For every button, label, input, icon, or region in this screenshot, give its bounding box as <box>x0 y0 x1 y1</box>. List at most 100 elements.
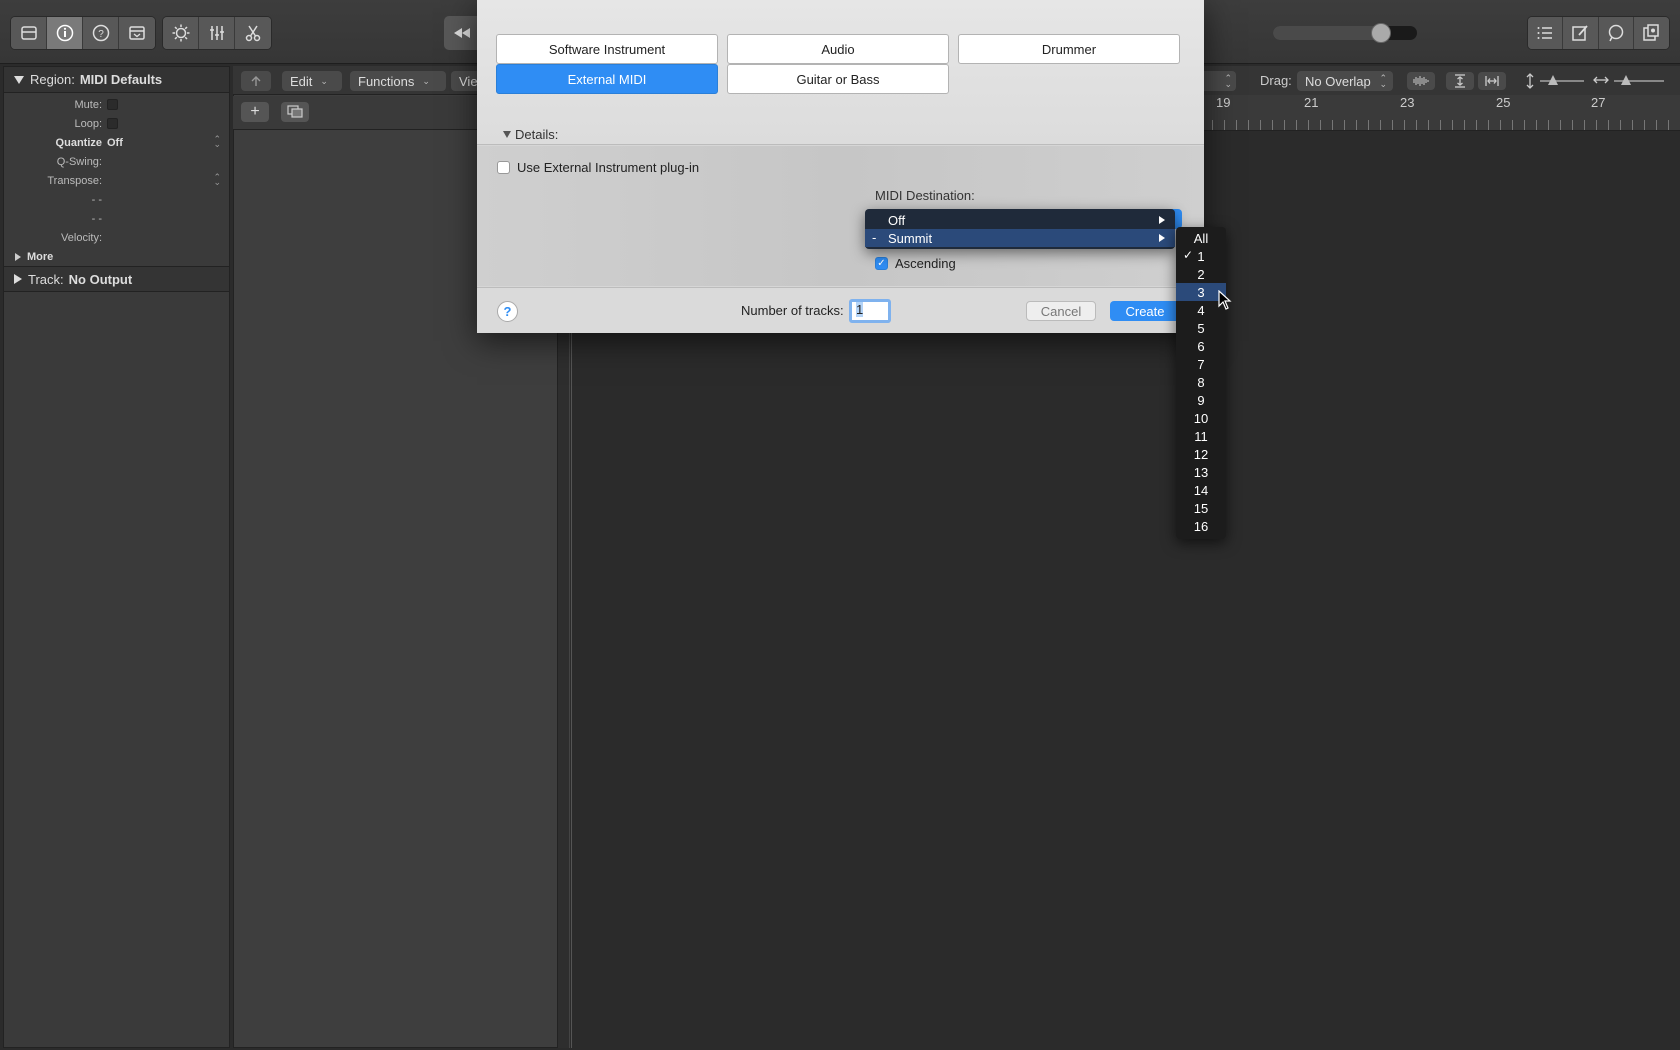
waveform-zoom-icon[interactable] <box>1407 72 1435 90</box>
horizontal-zoom-knob[interactable] <box>1621 75 1631 85</box>
channel-item-label: 10 <box>1193 410 1209 426</box>
channel-item[interactable]: 10 <box>1176 409 1226 427</box>
dest-item-summit[interactable]: - Summit <box>865 229 1175 247</box>
channel-item[interactable]: 8 <box>1176 373 1226 391</box>
dash-value-2: - - <box>91 212 102 225</box>
notepad-icon[interactable] <box>1563 17 1599 49</box>
loop-checkbox[interactable] <box>107 118 118 129</box>
channel-item-label: 14 <box>1193 482 1209 498</box>
disclosure-right-icon[interactable] <box>15 252 21 261</box>
mouse-pointer-icon <box>1218 290 1232 310</box>
track-header[interactable]: Track: No Output <box>4 266 229 292</box>
track-value[interactable]: No Output <box>69 272 133 287</box>
back-arrow-icon[interactable] <box>241 71 271 91</box>
channel-item[interactable]: 7 <box>1176 355 1226 373</box>
ruler-bar-number: 27 <box>1591 95 1606 110</box>
channel-item[interactable]: 5 <box>1176 319 1226 337</box>
vertical-fit-icon[interactable] <box>1446 72 1474 90</box>
master-volume-slider[interactable] <box>1273 23 1417 43</box>
functions-menu[interactable]: Functions ⌄ <box>350 71 446 91</box>
channel-item-label: 1 <box>1197 248 1205 264</box>
channel-item[interactable]: ✓ 1 <box>1176 247 1226 265</box>
create-button[interactable]: Create <box>1110 301 1180 321</box>
channel-item[interactable]: 15 <box>1176 499 1226 517</box>
bar-ruler[interactable]: 19 21 23 25 27 <box>1200 95 1680 131</box>
loop-label: Loop: <box>74 117 102 130</box>
channel-item[interactable]: 11 <box>1176 427 1226 445</box>
dest-item-label: Summit <box>888 230 933 246</box>
channel-item[interactable]: All <box>1176 229 1226 247</box>
functions-menu-label: Functions <box>358 73 415 89</box>
quantize-row[interactable]: Quantize Off ⌃ ⌄ <box>4 133 229 152</box>
mixer-icon[interactable] <box>199 17 235 49</box>
dest-item-off[interactable]: Off <box>865 211 1175 229</box>
stepper-icon: ⌃ ⌄ <box>1224 73 1232 89</box>
region-header[interactable]: Region: MIDI Defaults <box>4 67 229 93</box>
software-instrument-button[interactable]: Software Instrument <box>496 34 718 64</box>
disclosure-right-icon[interactable] <box>14 274 22 284</box>
browser-icon[interactable] <box>1633 17 1669 49</box>
vertical-zoom-slider[interactable] <box>1540 75 1584 85</box>
midi-channel-menu: All ✓ 1 2 3 4 5 6 7 8 9 10 11 12 13 14 15 16 <box>1176 227 1226 539</box>
ascending-option[interactable]: ✓ Ascending <box>875 256 956 271</box>
toolbar-icon[interactable] <box>119 17 155 49</box>
vertical-zoom-knob[interactable] <box>1548 75 1558 85</box>
svg-text:?: ? <box>98 29 104 40</box>
inspector-icon[interactable] <box>47 17 83 49</box>
details-disclosure[interactable]: Details: <box>503 127 558 142</box>
mute-checkbox[interactable] <box>107 99 118 110</box>
horizontal-fit-icon[interactable] <box>1478 72 1506 90</box>
track-label: Track: <box>28 271 64 287</box>
dest-item-prefix: - <box>872 230 877 245</box>
drummer-button[interactable]: Drummer <box>958 34 1180 64</box>
audio-button[interactable]: Audio <box>727 34 949 64</box>
channel-item[interactable]: 2 <box>1176 265 1226 283</box>
dest-item-label: Off <box>888 212 906 228</box>
checkmark-icon: ✓ <box>1183 248 1194 262</box>
quick-help-icon[interactable]: ? <box>83 17 119 49</box>
editors-icon[interactable] <box>235 17 271 49</box>
channel-item[interactable]: 9 <box>1176 391 1226 409</box>
smart-controls-icon[interactable] <box>163 17 199 49</box>
external-midi-button[interactable]: External MIDI <box>496 64 718 94</box>
channel-item[interactable]: 14 <box>1176 481 1226 499</box>
more-row[interactable]: More <box>4 247 229 266</box>
number-of-tracks-field[interactable]: 1 <box>849 299 891 323</box>
disclosure-down-icon[interactable] <box>14 75 24 84</box>
ruler-ticks <box>1200 120 1680 130</box>
cancel-button[interactable]: Cancel <box>1026 301 1096 321</box>
region-name[interactable]: MIDI Defaults <box>80 72 162 87</box>
volume-knob[interactable] <box>1371 23 1391 43</box>
transpose-stepper-icon[interactable]: ⌃ ⌄ <box>213 173 221 187</box>
rewind-button[interactable] <box>444 16 480 50</box>
channel-item[interactable]: 6 <box>1176 337 1226 355</box>
duplicate-track-button[interactable] <box>281 102 309 122</box>
channel-item[interactable]: 16 <box>1176 517 1226 535</box>
transpose-row[interactable]: Transpose: ⌃ ⌄ <box>4 171 229 190</box>
list-editors-icon[interactable] <box>1528 17 1564 49</box>
use-external-plugin-option[interactable]: Use External Instrument plug-in <box>497 160 699 175</box>
channel-item[interactable]: 13 <box>1176 463 1226 481</box>
ascending-checkbox[interactable]: ✓ <box>875 257 888 270</box>
help-button[interactable]: ? <box>497 301 518 322</box>
drag-mode-select[interactable]: No Overlap ⌃ ⌄ <box>1297 71 1393 91</box>
volume-fill <box>1273 26 1381 40</box>
mute-label: Mute: <box>74 98 102 111</box>
loop-browser-icon[interactable] <box>1598 17 1634 49</box>
quantize-value[interactable]: Off <box>107 137 123 149</box>
guitar-or-bass-button[interactable]: Guitar or Bass <box>727 64 949 94</box>
quantize-stepper-icon[interactable]: ⌃ ⌄ <box>213 135 221 149</box>
channel-item-label: 8 <box>1197 374 1205 390</box>
chevron-down-icon: ⌄ <box>320 75 328 86</box>
mute-row: Mute: <box>4 95 229 114</box>
number-of-tracks-label: Number of tracks: <box>741 303 844 318</box>
channel-item-label: 16 <box>1193 518 1209 534</box>
use-external-plugin-checkbox[interactable] <box>497 161 510 174</box>
add-track-button[interactable]: + <box>241 102 269 122</box>
library-icon[interactable] <box>11 17 47 49</box>
ruler-bar-number: 21 <box>1304 95 1319 110</box>
channel-item[interactable]: 12 <box>1176 445 1226 463</box>
horizontal-zoom-slider[interactable] <box>1614 75 1664 85</box>
channel-item-label: All <box>1193 230 1209 246</box>
edit-menu[interactable]: Edit ⌄ <box>282 71 342 91</box>
